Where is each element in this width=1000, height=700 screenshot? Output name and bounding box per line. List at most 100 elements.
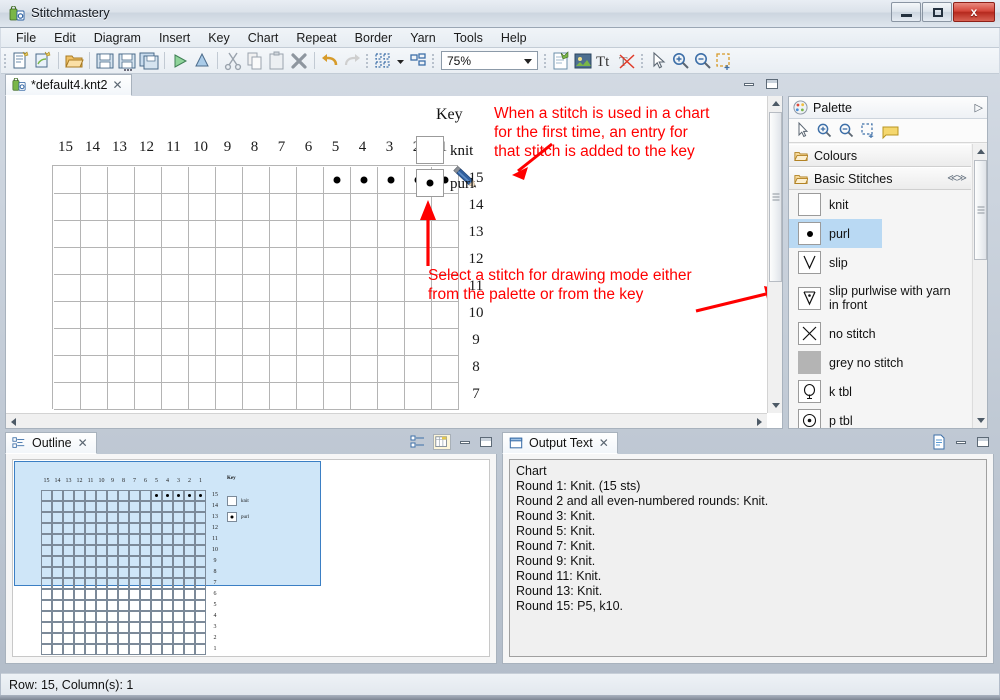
menu-help[interactable]: Help	[492, 29, 536, 47]
marquee-zoom-icon[interactable]	[713, 50, 735, 72]
chart-cell[interactable]	[162, 329, 189, 356]
palette-item-slip[interactable]: slip	[789, 248, 971, 277]
no-text-icon[interactable]: T	[616, 50, 638, 72]
chart-cell[interactable]	[432, 194, 459, 221]
chart-cell[interactable]	[324, 221, 351, 248]
chart-cell[interactable]	[324, 167, 351, 194]
vertical-scroll-thumb[interactable]	[769, 112, 782, 282]
chart-cell[interactable]	[378, 194, 405, 221]
toolbar-grip[interactable]	[542, 52, 549, 70]
chart-cell[interactable]	[378, 302, 405, 329]
chart-cell[interactable]	[81, 302, 108, 329]
palette-item-knit[interactable]: knit	[789, 190, 971, 219]
chart-cell[interactable]	[189, 248, 216, 275]
chart-cell[interactable]	[297, 221, 324, 248]
select-tool-icon[interactable]	[793, 121, 812, 140]
palette-item-p-tbl[interactable]: p tbl	[789, 406, 971, 428]
chart-cell[interactable]	[297, 329, 324, 356]
zoom-in-tool-icon[interactable]	[815, 121, 834, 140]
key-symbol-purl[interactable]	[416, 169, 444, 197]
chart-cell[interactable]	[108, 221, 135, 248]
outline-tab[interactable]: Outline ✕	[5, 432, 97, 454]
chart-cell[interactable]	[432, 329, 459, 356]
chart-cell[interactable]	[243, 275, 270, 302]
select-icon[interactable]	[647, 50, 669, 72]
chart-cell[interactable]	[324, 329, 351, 356]
outline-thumbnail[interactable]: 15 14 13 12 11 10 9 8 7 6 5 4 3 2 1 15 14 13 12 11 10 9 8 7 6 5 4 3…	[12, 459, 490, 657]
zoom-in-icon[interactable]	[669, 50, 691, 72]
play-icon[interactable]	[169, 50, 191, 72]
chart-cell[interactable]	[405, 329, 432, 356]
chart-cell[interactable]	[378, 383, 405, 410]
chart-cell[interactable]	[351, 383, 378, 410]
chart-cell[interactable]	[297, 167, 324, 194]
chart-cell[interactable]	[189, 356, 216, 383]
palette-item-grey-no-stitch[interactable]: grey no stitch	[789, 348, 971, 377]
chart-cell[interactable]	[108, 356, 135, 383]
save-as-icon[interactable]	[116, 50, 138, 72]
save-all-icon[interactable]	[138, 50, 160, 72]
chart-cell[interactable]	[81, 167, 108, 194]
redo-icon[interactable]	[341, 50, 363, 72]
menu-tools[interactable]: Tools	[445, 29, 492, 47]
chart-cell[interactable]	[351, 275, 378, 302]
tab-close-icon[interactable]: ✕	[599, 436, 609, 450]
chart-cell[interactable]	[297, 194, 324, 221]
align-dropdown-icon[interactable]	[394, 50, 407, 72]
chart-cell[interactable]	[162, 221, 189, 248]
menu-edit[interactable]: Edit	[45, 29, 85, 47]
palette-item-no-stitch[interactable]: no stitch	[789, 319, 971, 348]
document-icon[interactable]	[932, 434, 946, 450]
chart-cell[interactable]	[243, 329, 270, 356]
menu-insert[interactable]: Insert	[150, 29, 199, 47]
chart-cell[interactable]	[270, 383, 297, 410]
chart-cell[interactable]	[135, 302, 162, 329]
chart-cell[interactable]	[270, 221, 297, 248]
menu-yarn[interactable]: Yarn	[401, 29, 444, 47]
chart-cell[interactable]	[81, 221, 108, 248]
chart-cell[interactable]	[135, 167, 162, 194]
scroll-up-arrow[interactable]	[768, 96, 782, 111]
palette-item-slip-purlwise-yif[interactable]: slip purlwise with yarn in front	[789, 277, 971, 319]
palette-scroll-down-arrow[interactable]	[973, 413, 987, 428]
tab-close-icon[interactable]: ✕	[112, 78, 122, 92]
chart-cell[interactable]	[54, 194, 81, 221]
chart-cell[interactable]	[270, 248, 297, 275]
chart-cell[interactable]	[189, 167, 216, 194]
editor-maximize-button[interactable]	[765, 77, 779, 91]
chart-cell[interactable]	[54, 221, 81, 248]
chart-cell[interactable]	[378, 329, 405, 356]
note-tool-icon[interactable]	[881, 121, 900, 140]
chart-cell[interactable]	[405, 221, 432, 248]
chart-cell[interactable]	[378, 275, 405, 302]
chart-cell[interactable]	[162, 383, 189, 410]
chart-cell[interactable]	[108, 275, 135, 302]
chart-cell[interactable]	[270, 356, 297, 383]
new-diagram-icon[interactable]	[10, 50, 32, 72]
chart-cell[interactable]	[324, 275, 351, 302]
text-icon[interactable]: Tt	[594, 50, 616, 72]
chart-cell[interactable]	[135, 275, 162, 302]
chart-cell[interactable]	[108, 383, 135, 410]
align-icon[interactable]	[372, 50, 394, 72]
chart-cell[interactable]	[54, 356, 81, 383]
zoom-out-tool-icon[interactable]	[837, 121, 856, 140]
tab-close-icon[interactable]: ✕	[78, 436, 88, 450]
chart-canvas-inner[interactable]: 151413121110987654321151413121110987 Key…	[6, 96, 767, 413]
image-icon[interactable]	[572, 50, 594, 72]
chart-cell[interactable]	[432, 383, 459, 410]
chart-cell[interactable]	[216, 167, 243, 194]
chart-cell[interactable]	[216, 248, 243, 275]
chart-cell[interactable]	[351, 302, 378, 329]
chevron-right-icon[interactable]: ▷	[975, 101, 983, 114]
toolbar-grip[interactable]	[364, 52, 371, 70]
save-icon[interactable]	[94, 50, 116, 72]
menu-file[interactable]: File	[7, 29, 45, 47]
chart-cell[interactable]	[297, 383, 324, 410]
chart-cell[interactable]	[351, 356, 378, 383]
toolbar-grip[interactable]	[430, 52, 437, 70]
chart-cell[interactable]	[135, 221, 162, 248]
chart-cell[interactable]	[378, 221, 405, 248]
chart-cell[interactable]	[81, 275, 108, 302]
collapse-icon[interactable]: ≪≫	[947, 173, 967, 184]
